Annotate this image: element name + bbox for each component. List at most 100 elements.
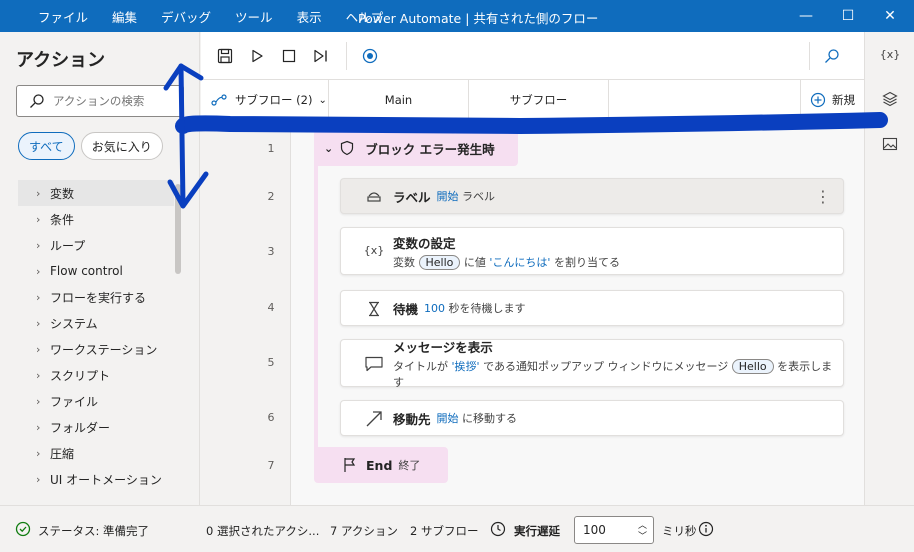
subflows-count: 2 サブフロー bbox=[410, 524, 479, 538]
category-flow-control[interactable]: › Flow control bbox=[18, 258, 174, 284]
category-file[interactable]: › ファイル bbox=[18, 388, 174, 414]
ui-elements-pane-button[interactable] bbox=[878, 87, 902, 111]
check-circle-icon bbox=[15, 521, 31, 537]
action-search-box[interactable] bbox=[16, 85, 184, 117]
line-number: 1 bbox=[267, 142, 275, 155]
chevron-right-icon: › bbox=[36, 368, 41, 382]
chevron-right-icon: › bbox=[36, 472, 41, 486]
menu-tools[interactable]: ツール bbox=[235, 7, 273, 26]
menu-edit[interactable]: 編集 bbox=[112, 7, 137, 26]
block-on-error-action[interactable]: ⌄ ブロック エラー発生時 bbox=[314, 130, 518, 166]
category-conditions[interactable]: › 条件 bbox=[18, 206, 174, 232]
status-text: ステータス: 準備完了 bbox=[38, 524, 150, 538]
tab-main[interactable]: Main bbox=[329, 80, 469, 120]
stop-icon bbox=[282, 49, 296, 63]
layers-icon bbox=[882, 91, 898, 107]
desc-text: に値 bbox=[463, 255, 486, 269]
actions-scrollbar[interactable] bbox=[175, 184, 181, 274]
line-number: 2 bbox=[267, 190, 275, 203]
category-system[interactable]: › システム bbox=[18, 310, 174, 336]
line-number: 3 bbox=[267, 245, 275, 258]
action-description: タイトルが '挨拶' である通知ポップアップ ウィンドウにメッセージ Hello… bbox=[393, 358, 843, 390]
value-keyword: 'こんにちは' bbox=[489, 255, 551, 269]
action-go-to[interactable]: 移動先 開始 に移動する bbox=[340, 400, 844, 436]
category-workstation[interactable]: › ワークステーション bbox=[18, 336, 174, 362]
info-icon[interactable] bbox=[698, 521, 714, 537]
actions-panel: アクション すべて お気に入り › 変数 › 条件 › ループ › Flow contr… bbox=[0, 32, 200, 505]
action-description: 100 秒を待機します bbox=[424, 300, 526, 316]
close-button[interactable]: ✕ bbox=[878, 4, 902, 28]
stop-button[interactable] bbox=[277, 44, 301, 68]
desc-text: に移動する bbox=[462, 412, 518, 425]
category-scripting[interactable]: › スクリプト bbox=[18, 362, 174, 388]
new-label: 新規 bbox=[832, 93, 855, 107]
label-keyword: 開始 bbox=[436, 412, 459, 425]
more-options-icon[interactable]: ⋮ bbox=[815, 187, 831, 206]
arrow-up-right-icon bbox=[366, 411, 382, 427]
selected-actions-count: 0 選択されたアクシ... bbox=[206, 524, 320, 538]
find-button[interactable] bbox=[820, 44, 844, 68]
action-body: 移動先 開始 に移動する bbox=[393, 409, 517, 428]
subflows-dropdown[interactable]: サブフロー (2) ⌄ bbox=[201, 80, 329, 120]
category-loops[interactable]: › ループ bbox=[18, 232, 174, 258]
action-body: 待機 100 秒を待機します bbox=[393, 299, 526, 318]
minimize-button[interactable]: — bbox=[794, 4, 818, 28]
chevron-right-icon: › bbox=[36, 394, 41, 408]
category-run-flow[interactable]: › フローを実行する bbox=[18, 284, 174, 310]
line-number: 4 bbox=[267, 301, 275, 314]
block-title: ブロック エラー発生時 bbox=[365, 141, 495, 157]
menu-debug[interactable]: デバッグ bbox=[161, 7, 211, 26]
category-folder[interactable]: › フォルダー bbox=[18, 414, 174, 440]
menu-view[interactable]: 表示 bbox=[297, 7, 322, 26]
label-keyword: 開始 bbox=[436, 190, 459, 203]
tab-all[interactable]: すべて bbox=[18, 132, 75, 160]
run-delay-input[interactable]: 100 ︿ ﹀ bbox=[574, 516, 654, 544]
status-bar: ステータス: 準備完了 0 選択されたアクシ... 7 アクション 2 サブフロ… bbox=[0, 505, 914, 552]
search-icon bbox=[825, 49, 839, 63]
line-number: 7 bbox=[267, 459, 275, 472]
category-label: スクリプト bbox=[50, 368, 111, 383]
message-icon bbox=[365, 356, 383, 372]
chevron-right-icon: › bbox=[36, 446, 41, 460]
subflow-tabs-bar: サブフロー (2) ⌄ Main サブフロー 新規 bbox=[201, 80, 864, 120]
chevron-down-icon[interactable]: ⌄ bbox=[324, 142, 333, 155]
delay-unit: ミリ秒 bbox=[662, 524, 697, 538]
category-compression[interactable]: › 圧縮 bbox=[18, 440, 174, 466]
action-label[interactable]: ラベル 開始 ラベル ⋮ bbox=[340, 178, 844, 214]
title-keyword: '挨拶' bbox=[451, 359, 480, 373]
category-label: UI オートメーション bbox=[50, 472, 162, 487]
step-forward-icon bbox=[314, 49, 327, 63]
action-search-input[interactable] bbox=[53, 94, 173, 108]
action-set-variable[interactable]: {x} 変数の設定 変数 Hello に値 'こんにちは' を割り当てる bbox=[340, 227, 844, 275]
variables-pane-button[interactable]: {x} bbox=[878, 42, 902, 66]
play-icon bbox=[252, 49, 263, 63]
record-button[interactable] bbox=[358, 44, 382, 68]
end-description: 終了 bbox=[398, 459, 421, 472]
run-button[interactable] bbox=[245, 44, 269, 68]
tab-subflow[interactable]: サブフロー bbox=[469, 80, 609, 120]
action-title: メッセージを表示 bbox=[393, 339, 493, 355]
spin-down-icon[interactable]: ﹀ bbox=[638, 529, 647, 542]
images-pane-button[interactable] bbox=[878, 132, 902, 156]
category-variables[interactable]: › 変数 bbox=[18, 180, 174, 206]
action-wait[interactable]: 待機 100 秒を待機します bbox=[340, 290, 844, 326]
category-label: ファイル bbox=[50, 394, 99, 409]
category-label: 圧縮 bbox=[50, 446, 75, 461]
chevron-right-icon: › bbox=[36, 342, 41, 356]
new-subflow-button[interactable]: 新規 bbox=[800, 80, 864, 120]
title-bar: ファイル 編集 デバッグ ツール 表示 ヘルプ Power Automate |… bbox=[0, 0, 914, 32]
label-icon bbox=[367, 192, 381, 202]
block-end-action[interactable]: End 終了 bbox=[314, 447, 448, 483]
save-icon bbox=[217, 48, 233, 64]
toolbar-divider bbox=[809, 42, 810, 70]
tab-favorites[interactable]: お気に入り bbox=[80, 132, 163, 160]
run-next-action-button[interactable] bbox=[309, 44, 333, 68]
menu-file[interactable]: ファイル bbox=[38, 7, 88, 26]
action-display-message[interactable]: メッセージを表示 タイトルが '挨拶' である通知ポップアップ ウィンドウにメッ… bbox=[340, 339, 844, 390]
category-ui-automation[interactable]: › UI オートメーション bbox=[18, 466, 174, 492]
save-button[interactable] bbox=[213, 44, 237, 68]
actions-panel-title: アクション bbox=[16, 50, 106, 71]
action-title: 待機 bbox=[393, 301, 419, 317]
variable-icon: {x} bbox=[363, 244, 385, 257]
maximize-button[interactable]: ☐ bbox=[836, 4, 860, 28]
